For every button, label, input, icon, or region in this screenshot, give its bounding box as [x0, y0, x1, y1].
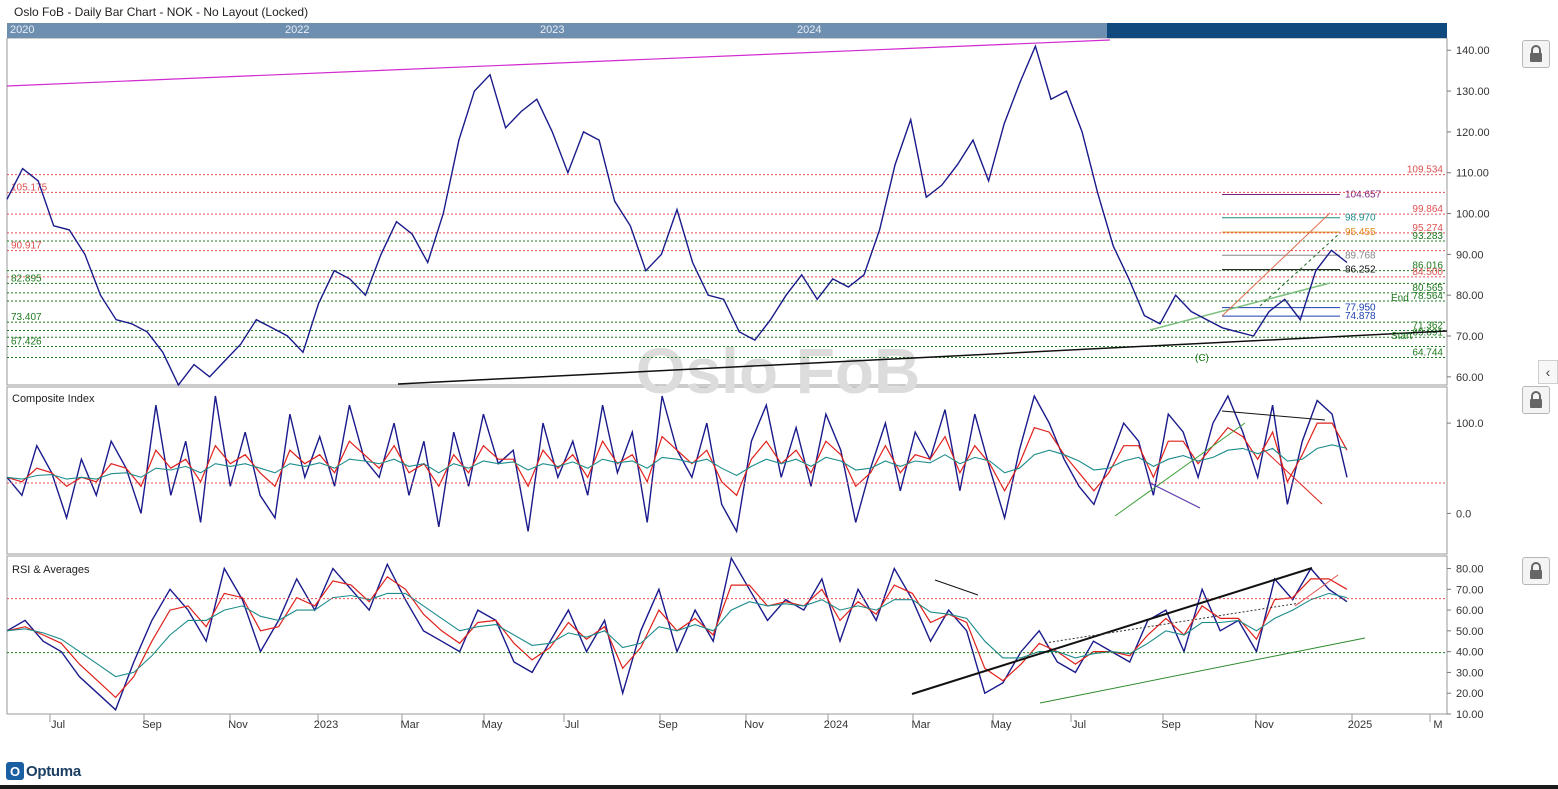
collapse-side-panel-button[interactable]: ‹: [1538, 360, 1558, 384]
level-label: 82.895: [11, 273, 42, 284]
composite-panel-lock-button[interactable]: [1522, 386, 1550, 414]
x-tick-label: 2025: [1348, 719, 1372, 731]
chevron-left-icon: ‹: [1545, 364, 1551, 380]
x-tick-label: Sep: [658, 719, 678, 731]
panel-frame: [6, 38, 1448, 386]
x-tick-label: M: [1433, 719, 1442, 731]
y-tick-label: 140.00: [1456, 45, 1490, 57]
y-tick-label: 60.00: [1456, 372, 1484, 384]
lock-icon: [1530, 391, 1542, 408]
x-tick-label: Jul: [565, 719, 579, 731]
x-tick-label: Nov: [744, 719, 764, 731]
y-tick-label: 10.00: [1456, 709, 1484, 721]
y-tick-label: 80.00: [1456, 290, 1484, 302]
rsi-panel-lock-button[interactable]: [1522, 557, 1550, 585]
composite-panel-title: Composite Index: [12, 393, 95, 405]
y-tick-label: 130.00: [1456, 86, 1490, 98]
fib-level-label: 98.970: [1345, 213, 1376, 224]
x-tick-label: Jul: [1072, 719, 1086, 731]
x-tick-label: Sep: [142, 719, 162, 731]
level-label: 93.283: [1412, 231, 1443, 242]
rsi-panel-title: RSI & Averages: [12, 564, 90, 576]
watermark-text: Oslo FoB: [636, 335, 920, 407]
x-tick-label: Sep: [1161, 719, 1181, 731]
overview-label: 2024: [797, 24, 822, 36]
chart-area[interactable]: Oslo FoB109.534104.657105.17599.86498.97…: [0, 38, 1558, 738]
x-tick-label: Mar: [912, 719, 931, 731]
y-tick-label: 60.00: [1456, 605, 1484, 617]
y-tick-label: 50.00: [1456, 626, 1484, 638]
window-title-bar: Oslo FoB - Daily Bar Chart - NOK - No La…: [0, 0, 1558, 22]
annotation-wave-c: (C): [1195, 353, 1209, 364]
y-tick-label: 40.00: [1456, 647, 1484, 659]
y-tick-label: 90.00: [1456, 249, 1484, 261]
y-tick-label: 0.0: [1456, 508, 1471, 520]
level-label: 78.564: [1412, 291, 1443, 302]
overview-label: 2023: [540, 24, 565, 36]
level-label: 67.426: [11, 337, 42, 348]
optuma-logo-text: Optuma: [26, 762, 81, 780]
x-tick-label: Mar: [401, 719, 420, 731]
annotation-end: End: [1391, 293, 1409, 304]
y-tick-label: 80.00: [1456, 563, 1484, 575]
y-tick-label: 100.00: [1456, 209, 1490, 221]
optuma-logo: O Optuma: [6, 762, 81, 780]
overview-navigator[interactable]: 2020 2022 2023 2024: [7, 23, 1447, 38]
y-tick-label: 100.0: [1456, 418, 1484, 430]
fib-level-label: 89.768: [1345, 250, 1376, 261]
window-title: Oslo FoB - Daily Bar Chart - NOK - No La…: [14, 5, 309, 19]
level-label: 99.864: [1412, 204, 1443, 215]
x-tick-label: Nov: [228, 719, 248, 731]
fib-level-label: 104.657: [1345, 190, 1382, 201]
level-label: 109.534: [1407, 165, 1444, 176]
optuma-logo-mark: O: [6, 762, 24, 780]
y-tick-label: 70.00: [1456, 331, 1484, 343]
overview-label: 2020: [10, 24, 35, 36]
x-tick-label: Jul: [51, 719, 65, 731]
annotation-start: Start: [1391, 331, 1412, 342]
x-tick-label: 2024: [824, 719, 848, 731]
bottom-border: [0, 785, 1558, 789]
fib-level-label: 95.455: [1345, 227, 1376, 238]
price-panel-lock-button[interactable]: [1522, 40, 1550, 68]
level-label: 73.407: [11, 312, 42, 323]
x-tick-label: May: [482, 719, 503, 731]
lock-icon: [1530, 562, 1542, 579]
x-tick-label: 2023: [314, 719, 338, 731]
level-label: 90.917: [11, 241, 42, 252]
level-label: 64.744: [1412, 347, 1443, 358]
level-label: 84.500: [1412, 267, 1443, 278]
overview-label: 2022: [285, 24, 310, 36]
lock-icon: [1530, 45, 1542, 62]
y-tick-label: 30.00: [1456, 667, 1484, 679]
x-tick-label: May: [991, 719, 1012, 731]
fib-level-label: 74.878: [1345, 311, 1376, 322]
y-tick-label: 120.00: [1456, 127, 1490, 139]
x-tick-label: Nov: [1254, 719, 1274, 731]
y-tick-label: 110.00: [1456, 168, 1489, 180]
y-tick-label: 70.00: [1456, 584, 1484, 596]
fib-level-label: 86.252: [1345, 265, 1376, 276]
y-tick-label: 20.00: [1456, 688, 1484, 700]
